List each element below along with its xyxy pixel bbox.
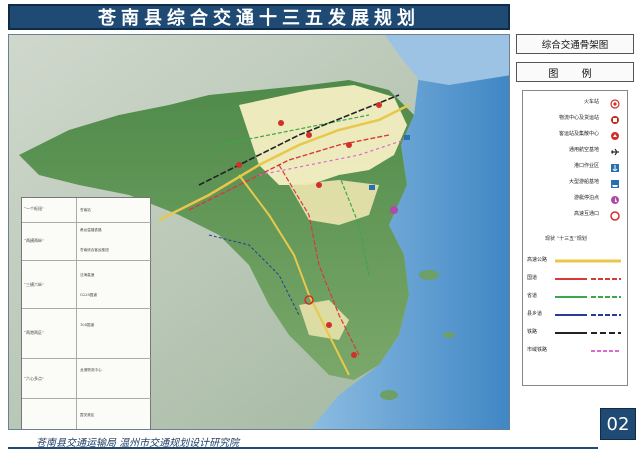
county-road-swatch <box>555 314 621 316</box>
plan-item: 霞关港区 <box>80 413 95 417</box>
logistics-icon <box>609 114 621 126</box>
legend-plan-header: 现状 “十三五”规划 <box>545 236 587 242</box>
plan-category: “六心多点” <box>24 376 45 381</box>
legend-row-expressway: 高速公路 <box>523 255 629 267</box>
station-marker <box>316 182 322 188</box>
legend-row-port: 港口作业区 <box>523 161 629 175</box>
legend-row-interchange: 高速互通口 <box>523 209 629 223</box>
port-icon <box>609 162 621 174</box>
plan-item: G228国道 <box>80 293 97 297</box>
title-banner: 苍南县综合交通十三五发展规划 <box>8 4 510 30</box>
plan-item: 甬台温福铁路 <box>80 228 102 232</box>
plan-item: 104国道 <box>80 323 95 327</box>
plan-item: 龙港物流中心 <box>80 368 102 372</box>
legend-row-national: 国道 <box>523 273 629 285</box>
legend-row-county: 县乡道 <box>523 309 629 321</box>
map-subtitle: 综合交通骨架图 <box>516 34 634 54</box>
suburban-rail-swatch <box>591 350 621 352</box>
railway-swatch <box>555 332 621 334</box>
station-marker <box>326 322 332 328</box>
port-marker <box>404 135 410 140</box>
expressway-swatch <box>555 259 621 263</box>
station-marker <box>278 120 284 126</box>
plan-item: 苍南综合客运枢纽 <box>80 248 109 252</box>
yacht-icon <box>609 194 621 206</box>
station-marker <box>346 142 352 148</box>
footer-rule <box>8 447 598 449</box>
page-number: 02 <box>600 408 636 440</box>
plan-item: 沈海高速 <box>80 273 95 277</box>
legend-sidebar: 综合交通骨架图 图 例 火车站 物流中心及货运站 客运站及集散中心 通用航空基地… <box>516 34 634 430</box>
legend-box: 火车站 物流中心及货运站 客运站及集散中心 通用航空基地 港口作业区 大型游船基… <box>522 90 628 386</box>
plan-category: “两横两纵” <box>24 238 45 243</box>
plan-summary-table: “一个枢纽” “两横两纵” “三横六纵” “两港两区” “六心多点” 苍南站 甬… <box>21 197 152 429</box>
legend-row-railway: 铁路 <box>523 327 629 339</box>
interchange-icon <box>609 210 621 222</box>
legend-row-train: 火车站 <box>523 97 629 111</box>
legend-row-airport: 通用航空基地 <box>523 145 629 159</box>
legend-row-suburban-rail: 市域铁路 <box>523 345 629 357</box>
bus-station-icon <box>609 130 621 142</box>
legend-title: 图 例 <box>516 62 634 82</box>
legend-row-logistics: 物流中心及货运站 <box>523 113 629 127</box>
map-frame: “一个枢纽” “两横两纵” “三横六纵” “两港两区” “六心多点” 苍南站 甬… <box>8 34 510 430</box>
island <box>419 270 439 280</box>
port-marker <box>369 185 375 190</box>
island <box>443 332 455 338</box>
legend-row-yacht: 游艇停泊点 <box>523 193 629 207</box>
yacht-marker <box>390 206 398 214</box>
ship-icon <box>609 178 621 190</box>
plan-item: 苍南站 <box>80 208 91 212</box>
legend-row-cruise: 大型游船基地 <box>523 177 629 191</box>
plan-category: “两港两区” <box>24 330 45 335</box>
legend-row-provincial: 省道 <box>523 291 629 303</box>
station-marker <box>236 162 242 168</box>
page-title: 苍南县综合交通十三五发展规划 <box>98 8 420 29</box>
national-road-swatch <box>555 278 621 280</box>
plan-category: “三横六纵” <box>24 282 45 287</box>
train-station-icon <box>609 98 621 110</box>
provincial-road-swatch <box>555 296 621 298</box>
island <box>380 390 398 400</box>
legend-row-bus: 客运站及集散中心 <box>523 129 629 143</box>
station-marker <box>306 132 312 138</box>
station-marker <box>351 352 357 358</box>
station-marker <box>376 102 382 108</box>
plan-category: “一个枢纽” <box>24 206 45 211</box>
airplane-icon <box>609 146 621 158</box>
